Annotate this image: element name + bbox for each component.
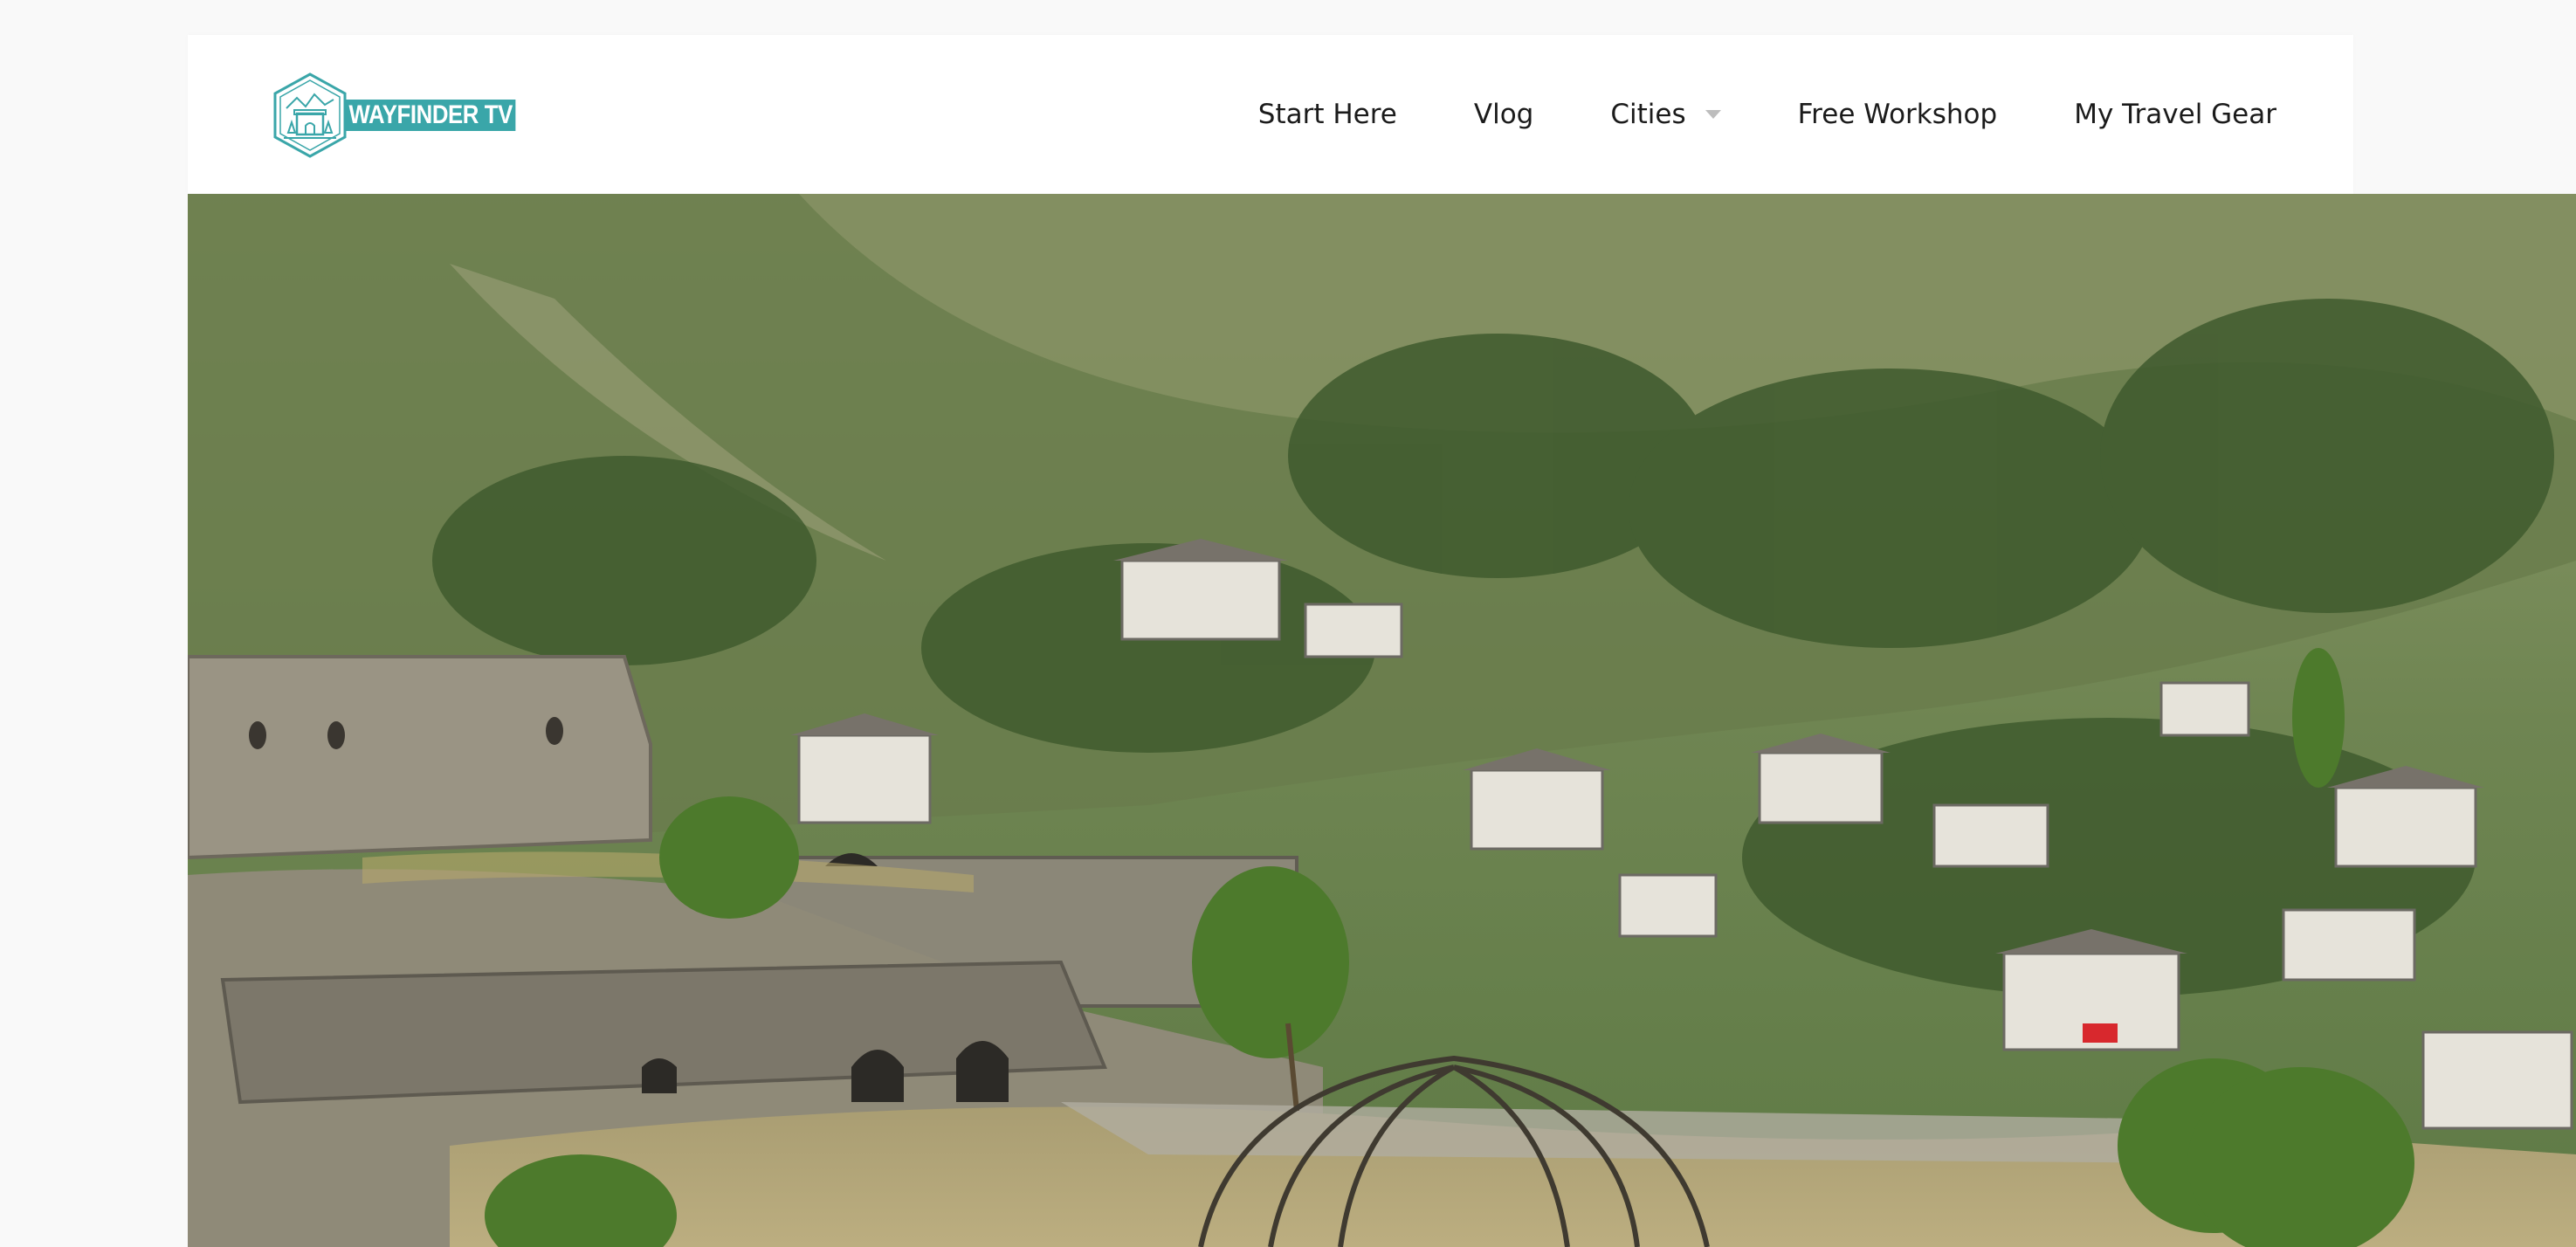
- site-logo[interactable]: WAYFINDER TV: [271, 72, 543, 159]
- logo-text: WAYFINDER TV: [346, 100, 516, 131]
- page: WAYFINDER TV Start Here Vlog Cities Free…: [0, 0, 2576, 1247]
- hero-image: [188, 194, 2576, 1247]
- chevron-down-icon: [1705, 110, 1721, 119]
- nav-item-label: Free Workshop: [1797, 99, 1998, 130]
- landscape-photo-icon: [188, 194, 2576, 1247]
- nav-item-label: Start Here: [1257, 99, 1397, 130]
- nav-item-label: Vlog: [1473, 99, 1534, 130]
- nav-item-label: Cities: [1610, 99, 1686, 130]
- site-header: WAYFINDER TV Start Here Vlog Cities Free…: [188, 35, 2353, 194]
- nav-item-free-workshop[interactable]: Free Workshop: [1798, 99, 1998, 130]
- nav-item-my-travel-gear[interactable]: My Travel Gear: [2074, 99, 2276, 130]
- main-nav: Start Here Vlog Cities Free Workshop My …: [1258, 35, 2276, 194]
- castle-logo-icon: [273, 72, 347, 158]
- nav-item-vlog[interactable]: Vlog: [1474, 99, 1533, 130]
- nav-item-label: My Travel Gear: [2074, 99, 2276, 130]
- nav-item-start-here[interactable]: Start Here: [1258, 99, 1397, 130]
- nav-item-cities[interactable]: Cities: [1610, 99, 1721, 130]
